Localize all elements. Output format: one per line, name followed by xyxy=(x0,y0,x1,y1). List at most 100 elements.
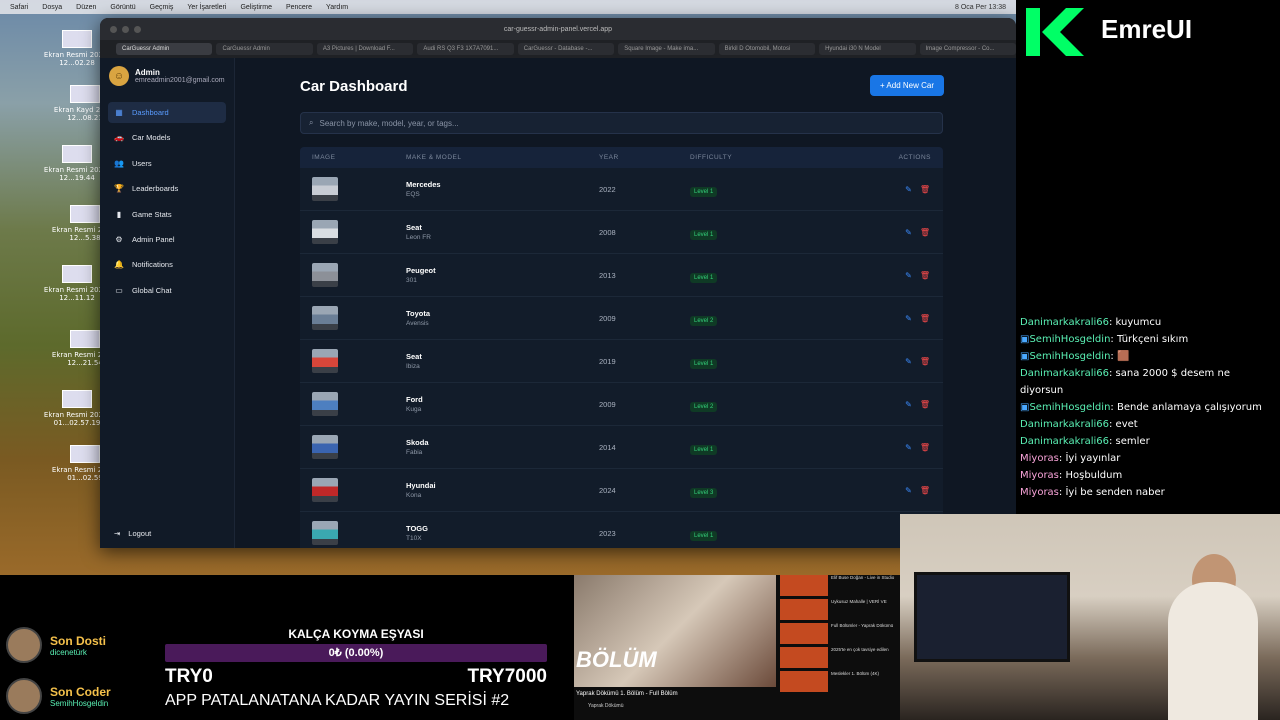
trash-icon[interactable]: 🗑 xyxy=(920,357,930,366)
car-icon: 🚗 xyxy=(114,133,124,143)
table-row[interactable]: Seat Ibiza 2019 Level 1 ✎ 🗑 xyxy=(300,340,943,383)
sidebar-item-notifications[interactable]: 🔔 Notifications xyxy=(108,254,226,275)
menubar-item[interactable]: Geliştirme xyxy=(240,4,272,11)
recommended-video[interactable]: Uykusuz Mahalle | VERİ VE xyxy=(780,599,900,622)
table-row[interactable]: TOGGT10X2023Level 1✎🗑 xyxy=(300,512,943,548)
video-title[interactable]: Yaprak Dökümü 1. Bölüm - Full Bölüm xyxy=(576,691,678,697)
table-row[interactable]: Mercedes EQS 2022 Level 1 ✎ 🗑 xyxy=(300,168,943,211)
chat-username[interactable]: SemihHosgeldin xyxy=(1029,351,1110,362)
recommended-video[interactable]: 2025'te en çok tavsiye edilen xyxy=(780,647,900,670)
edit-icon[interactable]: ✎ xyxy=(905,400,912,409)
table-row[interactable]: Hyundai Kona 2024 Level 3 ✎ 🗑 xyxy=(300,469,943,512)
sidebar-item-users[interactable]: 👥 Users xyxy=(108,153,226,174)
sidebar-item-car-models[interactable]: 🚗 Car Models xyxy=(108,127,226,148)
file-thumbnail xyxy=(62,30,92,48)
window-controls[interactable] xyxy=(110,25,141,33)
browser-tab[interactable]: Square Image - Make ima... xyxy=(618,43,715,55)
chat-username[interactable]: Danimarkakrali66 xyxy=(1020,419,1109,430)
table-row[interactable]: Toyota Avensis 2009 Level 2 ✎ 🗑 xyxy=(300,297,943,340)
video-channel[interactable]: Yaprak Dökümü xyxy=(588,703,623,709)
sidebar-item-game-stats[interactable]: ▮ Game Stats xyxy=(108,204,226,225)
chat-username[interactable]: SemihHosgeldin xyxy=(1029,334,1110,345)
recommended-video[interactable]: Elif Buse Doğan - Live in Studio xyxy=(780,575,900,598)
car-model: Ibiza xyxy=(406,363,420,370)
browser-tab[interactable]: Birkil D Otomobil, Motosi xyxy=(718,43,816,55)
recommended-title: Uykusuz Mahalle | VERİ VE xyxy=(831,599,887,604)
car-thumbnail[interactable] xyxy=(312,435,338,459)
chat-username[interactable]: Miyoras xyxy=(1020,453,1059,464)
chat-username[interactable]: SemihHosgeldin xyxy=(1029,402,1110,413)
browser-tab[interactable]: Audi RS Q3 F3 1X7A7091... xyxy=(417,43,514,55)
browser-tab[interactable]: A3 Pictures | Download F... xyxy=(316,43,414,55)
car-thumbnail[interactable] xyxy=(312,478,338,502)
video-thumbnail xyxy=(780,623,828,644)
recommended-video[interactable]: Meslekler 1. Bölüm (4K) xyxy=(780,671,900,694)
edit-icon[interactable]: ✎ xyxy=(905,443,912,452)
sidebar-item-dashboard[interactable]: ▦ Dashboard xyxy=(108,102,226,123)
menubar-item[interactable]: Geçmiş xyxy=(150,4,174,11)
trash-icon[interactable]: 🗑 xyxy=(920,443,930,452)
logout-button[interactable]: ⇥ Logout xyxy=(114,529,151,538)
table-row[interactable]: Peugeot 301 2013 Level 1 ✎ 🗑 xyxy=(300,254,943,297)
trash-icon[interactable]: 🗑 xyxy=(920,486,930,495)
trash-icon[interactable]: 🗑 xyxy=(920,314,930,323)
browser-tab[interactable]: Hyundai i30 N Model xyxy=(819,43,916,55)
table-row[interactable]: Ford Kuga 2009 Level 2 ✎ 🗑 xyxy=(300,383,943,426)
chat-username[interactable]: Danimarkakrali66 xyxy=(1020,368,1109,379)
browser-tab[interactable]: CarGuessr Admin xyxy=(116,43,213,55)
browser-tab[interactable]: CarGuessr Admin xyxy=(216,43,313,55)
menubar-item[interactable]: Yardım xyxy=(326,4,348,11)
chat-message: ▣SemihHosgeldin: Bende anlamaya çalışıyo… xyxy=(1020,399,1276,416)
table-row[interactable]: Seat Leon FR 2008 Level 1 ✎ 🗑 xyxy=(300,211,943,254)
make-model-cell: Mercedes EQS xyxy=(406,180,599,198)
profile-email: emreadmin2001@gmail.com xyxy=(135,77,225,84)
edit-icon[interactable]: ✎ xyxy=(905,486,912,495)
menubar-item[interactable]: Pencere xyxy=(286,4,312,11)
trophy-icon: 🏆 xyxy=(114,184,124,194)
car-thumbnail[interactable] xyxy=(312,177,338,201)
menubar-item[interactable]: Düzen xyxy=(76,4,96,11)
menubar-item[interactable]: Dosya xyxy=(42,4,62,11)
profile-name: Admin xyxy=(135,68,160,77)
actions-cell: ✎🗑 xyxy=(840,185,943,194)
edit-icon[interactable]: ✎ xyxy=(905,185,912,194)
car-thumbnail[interactable] xyxy=(312,392,338,416)
chat-username[interactable]: Miyoras xyxy=(1020,470,1059,481)
search-input[interactable]: ⌕ Search by make, model, year, or tags..… xyxy=(300,112,943,134)
sidebar-item-admin-panel[interactable]: ⚙ Admin Panel xyxy=(108,229,226,250)
car-thumbnail[interactable] xyxy=(312,263,338,287)
trash-icon[interactable]: 🗑 xyxy=(920,228,930,237)
chat-username[interactable]: Danimarkakrali66 xyxy=(1020,317,1109,328)
trash-icon[interactable]: 🗑 xyxy=(920,400,930,409)
car-thumbnail[interactable] xyxy=(312,349,338,373)
recommended-title: Elif Buse Doğan - Live in Studio xyxy=(831,575,895,580)
car-thumbnail[interactable] xyxy=(312,521,338,545)
add-new-car-button[interactable]: + Add New Car xyxy=(869,75,944,96)
edit-icon[interactable]: ✎ xyxy=(905,228,912,237)
car-thumbnail[interactable] xyxy=(312,306,338,330)
menubar-item[interactable]: Yer İşaretleri xyxy=(187,4,226,11)
edit-icon[interactable]: ✎ xyxy=(905,357,912,366)
chat-username[interactable]: Danimarkakrali66 xyxy=(1020,436,1109,447)
youtube-player[interactable]: BÖLÜM xyxy=(574,575,776,687)
address-bar[interactable]: car-guessr-admin-panel.vercel.app xyxy=(504,26,612,33)
file-thumbnail xyxy=(62,390,92,408)
browser-tab[interactable]: Image Compressor - Co... xyxy=(919,43,1016,55)
sidebar-item-global-chat[interactable]: ▭ Global Chat xyxy=(108,280,226,301)
edit-icon[interactable]: ✎ xyxy=(905,314,912,323)
table-row[interactable]: Skoda Fabia 2014 Level 1 ✎ 🗑 xyxy=(300,426,943,469)
chat-username[interactable]: Miyoras xyxy=(1020,487,1059,498)
edit-icon[interactable]: ✎ xyxy=(905,271,912,280)
car-year: 2019 xyxy=(599,356,616,366)
menubar-item[interactable]: Görüntü xyxy=(110,4,135,11)
car-image-cell xyxy=(300,521,406,545)
recommended-video[interactable]: Full Bölümler - Yaprak Dökümü xyxy=(780,623,900,646)
avatar: ☺ xyxy=(109,66,129,86)
sidebar-item-leaderboards[interactable]: 🏆 Leaderboards xyxy=(108,178,226,199)
menubar-item[interactable]: Safari xyxy=(10,4,28,11)
browser-tab[interactable]: CarGuessr - Database -... xyxy=(517,43,615,55)
car-thumbnail[interactable] xyxy=(312,220,338,244)
chat-text: kuyumcu xyxy=(1115,317,1162,328)
trash-icon[interactable]: 🗑 xyxy=(920,185,930,194)
trash-icon[interactable]: 🗑 xyxy=(920,271,930,280)
